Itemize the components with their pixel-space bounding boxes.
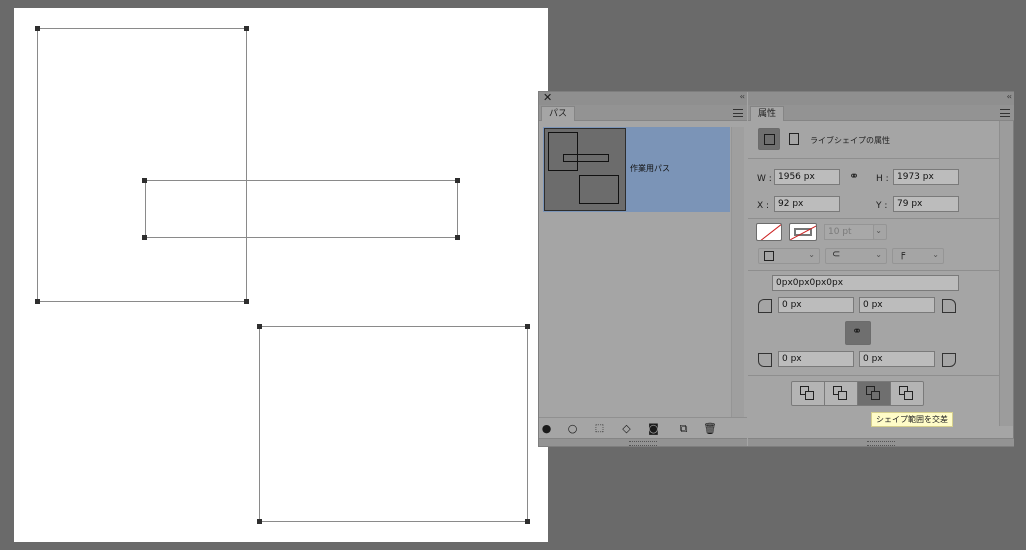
tooltip: シェイプ範囲を交差	[871, 412, 953, 427]
close-icon[interactable]: ✕	[543, 91, 552, 104]
new-path-icon[interactable]: ⧉	[677, 422, 690, 435]
anchor-point[interactable]	[35, 299, 40, 304]
pathfinder-group	[791, 381, 924, 406]
fill-path-icon[interactable]: ●	[540, 422, 553, 435]
shape-icon	[764, 134, 775, 145]
x-label: X :	[757, 201, 770, 211]
live-shape-mode-button[interactable]	[758, 128, 780, 150]
anchor-point[interactable]	[244, 299, 249, 304]
paths-tabbar: パス	[539, 105, 747, 121]
add-mask-icon[interactable]: ◙	[647, 422, 660, 435]
anchor-point[interactable]	[142, 235, 147, 240]
shape-rectangle[interactable]	[145, 180, 458, 238]
corner-top-right-icon	[942, 299, 956, 313]
stroke-align-icon	[764, 251, 774, 261]
shape-rectangle[interactable]	[37, 28, 247, 302]
collapse-icon[interactable]: ‹‹	[740, 92, 746, 101]
stroke-type-dropdown[interactable]: ⌄	[758, 248, 820, 264]
panel-titlebar[interactable]: ✕ ‹‹	[539, 91, 747, 105]
anchor-point[interactable]	[525, 519, 530, 524]
make-work-path-icon[interactable]: ◇	[620, 422, 633, 435]
combine-shapes-button[interactable]	[792, 382, 825, 405]
paths-footer: ● ○ ⬚ ◇ ◙ ⧉ 🗑	[539, 417, 747, 437]
stroke-width-dropdown[interactable]: ⌄	[873, 224, 887, 240]
panel-menu-icon[interactable]	[733, 109, 743, 117]
width-field[interactable]: 1956 px	[774, 169, 840, 185]
stroke-join-dropdown[interactable]: ╒ ⌄	[892, 248, 944, 264]
panel-header-title: ライブシェイプの属性	[810, 136, 890, 145]
stroke-path-icon[interactable]: ○	[566, 422, 579, 435]
subtract-shape-button[interactable]	[825, 382, 858, 405]
scrollbar[interactable]	[731, 127, 744, 418]
anchor-point[interactable]	[35, 26, 40, 31]
corner-radius-field[interactable]: 0px0px0px0px	[772, 275, 959, 291]
tab-paths[interactable]: パス	[541, 106, 576, 121]
intersect-shapes-button[interactable]	[858, 382, 891, 405]
link-corners-button[interactable]: ⚭	[845, 321, 871, 345]
properties-panel: ライブシェイプの属性 W : 1956 px ⚭ H : 1973 px X :…	[748, 105, 1014, 448]
corner-bottom-left-field[interactable]: 0 px	[778, 351, 854, 367]
list-item-work-path[interactable]: 作業用パス	[543, 127, 730, 212]
panel-titlebar[interactable]: ‹‹	[748, 92, 1014, 105]
corner-top-left-field[interactable]: 0 px	[778, 297, 854, 313]
corner-top-right-field[interactable]: 0 px	[859, 297, 935, 313]
y-field[interactable]: 79 px	[893, 196, 959, 212]
exclude-overlap-button[interactable]	[891, 382, 923, 405]
resize-grip[interactable]	[539, 438, 747, 446]
shape-rectangle[interactable]	[259, 326, 528, 522]
link-icon: ⚭	[852, 324, 863, 338]
fill-swatch-button[interactable]	[756, 223, 782, 241]
x-field[interactable]: 92 px	[774, 196, 840, 212]
stroke-swatch-button[interactable]	[789, 223, 817, 241]
link-icon[interactable]: ⚭	[849, 169, 859, 183]
path-label: 作業用パス	[630, 164, 670, 173]
collapse-icon[interactable]: ‹‹	[1007, 92, 1013, 101]
cap-icon: ⊂	[832, 249, 841, 260]
join-icon: ╒	[899, 249, 906, 260]
trash-icon[interactable]: 🗑	[703, 422, 717, 435]
anchor-point[interactable]	[257, 519, 262, 524]
height-field[interactable]: 1973 px	[893, 169, 959, 185]
anchor-point[interactable]	[455, 235, 460, 240]
anchor-point[interactable]	[525, 324, 530, 329]
stroke-cap-dropdown[interactable]: ⊂ ⌄	[825, 248, 887, 264]
width-label: W :	[757, 174, 772, 184]
corner-bottom-right-icon	[942, 353, 956, 367]
anchor-point[interactable]	[455, 178, 460, 183]
floating-panel-group: ✕ ‹‹ ‹‹ パス 属性 作業用パス ● ○ ⬚ ◇ ◙ ⧉ 🗑 ライブシェイ…	[538, 91, 1014, 447]
load-selection-icon[interactable]: ⬚	[593, 422, 606, 435]
document-icon[interactable]	[789, 133, 799, 145]
y-label: Y :	[876, 201, 888, 211]
anchor-point[interactable]	[257, 324, 262, 329]
corner-bottom-left-icon	[758, 353, 772, 367]
height-label: H :	[876, 174, 889, 184]
stroke-width-field[interactable]: 10 pt	[824, 224, 874, 240]
corner-top-left-icon	[758, 299, 772, 313]
path-thumbnail	[544, 128, 626, 211]
anchor-point[interactable]	[244, 26, 249, 31]
scrollbar[interactable]	[999, 121, 1013, 426]
paths-list: 作業用パス	[540, 127, 747, 418]
corner-bottom-right-field[interactable]: 0 px	[859, 351, 935, 367]
anchor-point[interactable]	[142, 178, 147, 183]
document-canvas[interactable]	[14, 8, 548, 542]
